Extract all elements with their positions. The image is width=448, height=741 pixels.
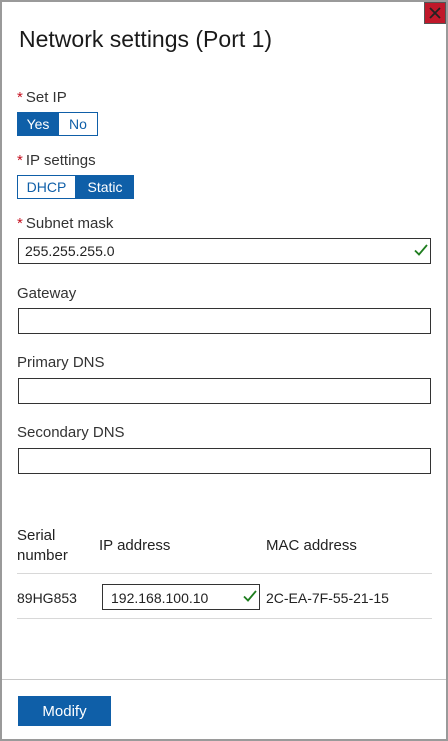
- close-button[interactable]: [424, 2, 446, 24]
- mac-address-cell: 2C-EA-7F-55-21-15: [266, 590, 389, 606]
- set-ip-label: * Set IP: [17, 89, 67, 106]
- ip-settings-dhcp-button[interactable]: DHCP: [17, 175, 76, 199]
- serial-number-header: Serial number: [17, 527, 68, 564]
- ip-address-input[interactable]: 192.168.100.10: [102, 584, 260, 610]
- subnet-mask-label: * Subnet mask: [17, 215, 114, 232]
- primary-dns-input[interactable]: [18, 378, 431, 404]
- gateway-input[interactable]: [18, 308, 431, 334]
- secondary-dns-label: Secondary DNS: [17, 424, 125, 441]
- ip-address-value: 192.168.100.10: [111, 590, 209, 606]
- checkmark-icon: [414, 244, 428, 256]
- subnet-mask-value: 255.255.255.0: [25, 243, 115, 259]
- checkmark-icon: [243, 590, 257, 602]
- ip-address-header: IP address: [99, 537, 171, 554]
- footer-divider: [2, 679, 446, 680]
- required-marker: *: [17, 89, 23, 106]
- serial-number-cell: 89HG853: [17, 590, 77, 606]
- set-ip-toggle: Yes No: [17, 112, 98, 136]
- primary-dns-label: Primary DNS: [17, 354, 105, 371]
- subnet-mask-input[interactable]: 255.255.255.0: [18, 238, 431, 264]
- gateway-label: Gateway: [17, 285, 77, 302]
- ip-settings-label: * IP settings: [17, 152, 96, 169]
- set-ip-yes-button[interactable]: Yes: [17, 112, 59, 136]
- required-marker: *: [17, 152, 23, 169]
- ip-settings-static-button[interactable]: Static: [76, 175, 134, 199]
- table-header-divider: [17, 573, 432, 574]
- table-row-divider: [17, 618, 432, 619]
- dialog-title: Network settings (Port 1): [19, 26, 273, 52]
- close-icon: [429, 7, 441, 19]
- modify-button[interactable]: Modify: [18, 696, 111, 726]
- ip-settings-toggle: DHCP Static: [17, 175, 134, 199]
- secondary-dns-input[interactable]: [18, 448, 431, 474]
- required-marker: *: [17, 215, 23, 232]
- network-settings-dialog: Network settings (Port 1) * Set IP Yes No…: [0, 0, 448, 741]
- mac-address-header: MAC address: [266, 537, 357, 554]
- set-ip-no-button[interactable]: No: [59, 112, 98, 136]
